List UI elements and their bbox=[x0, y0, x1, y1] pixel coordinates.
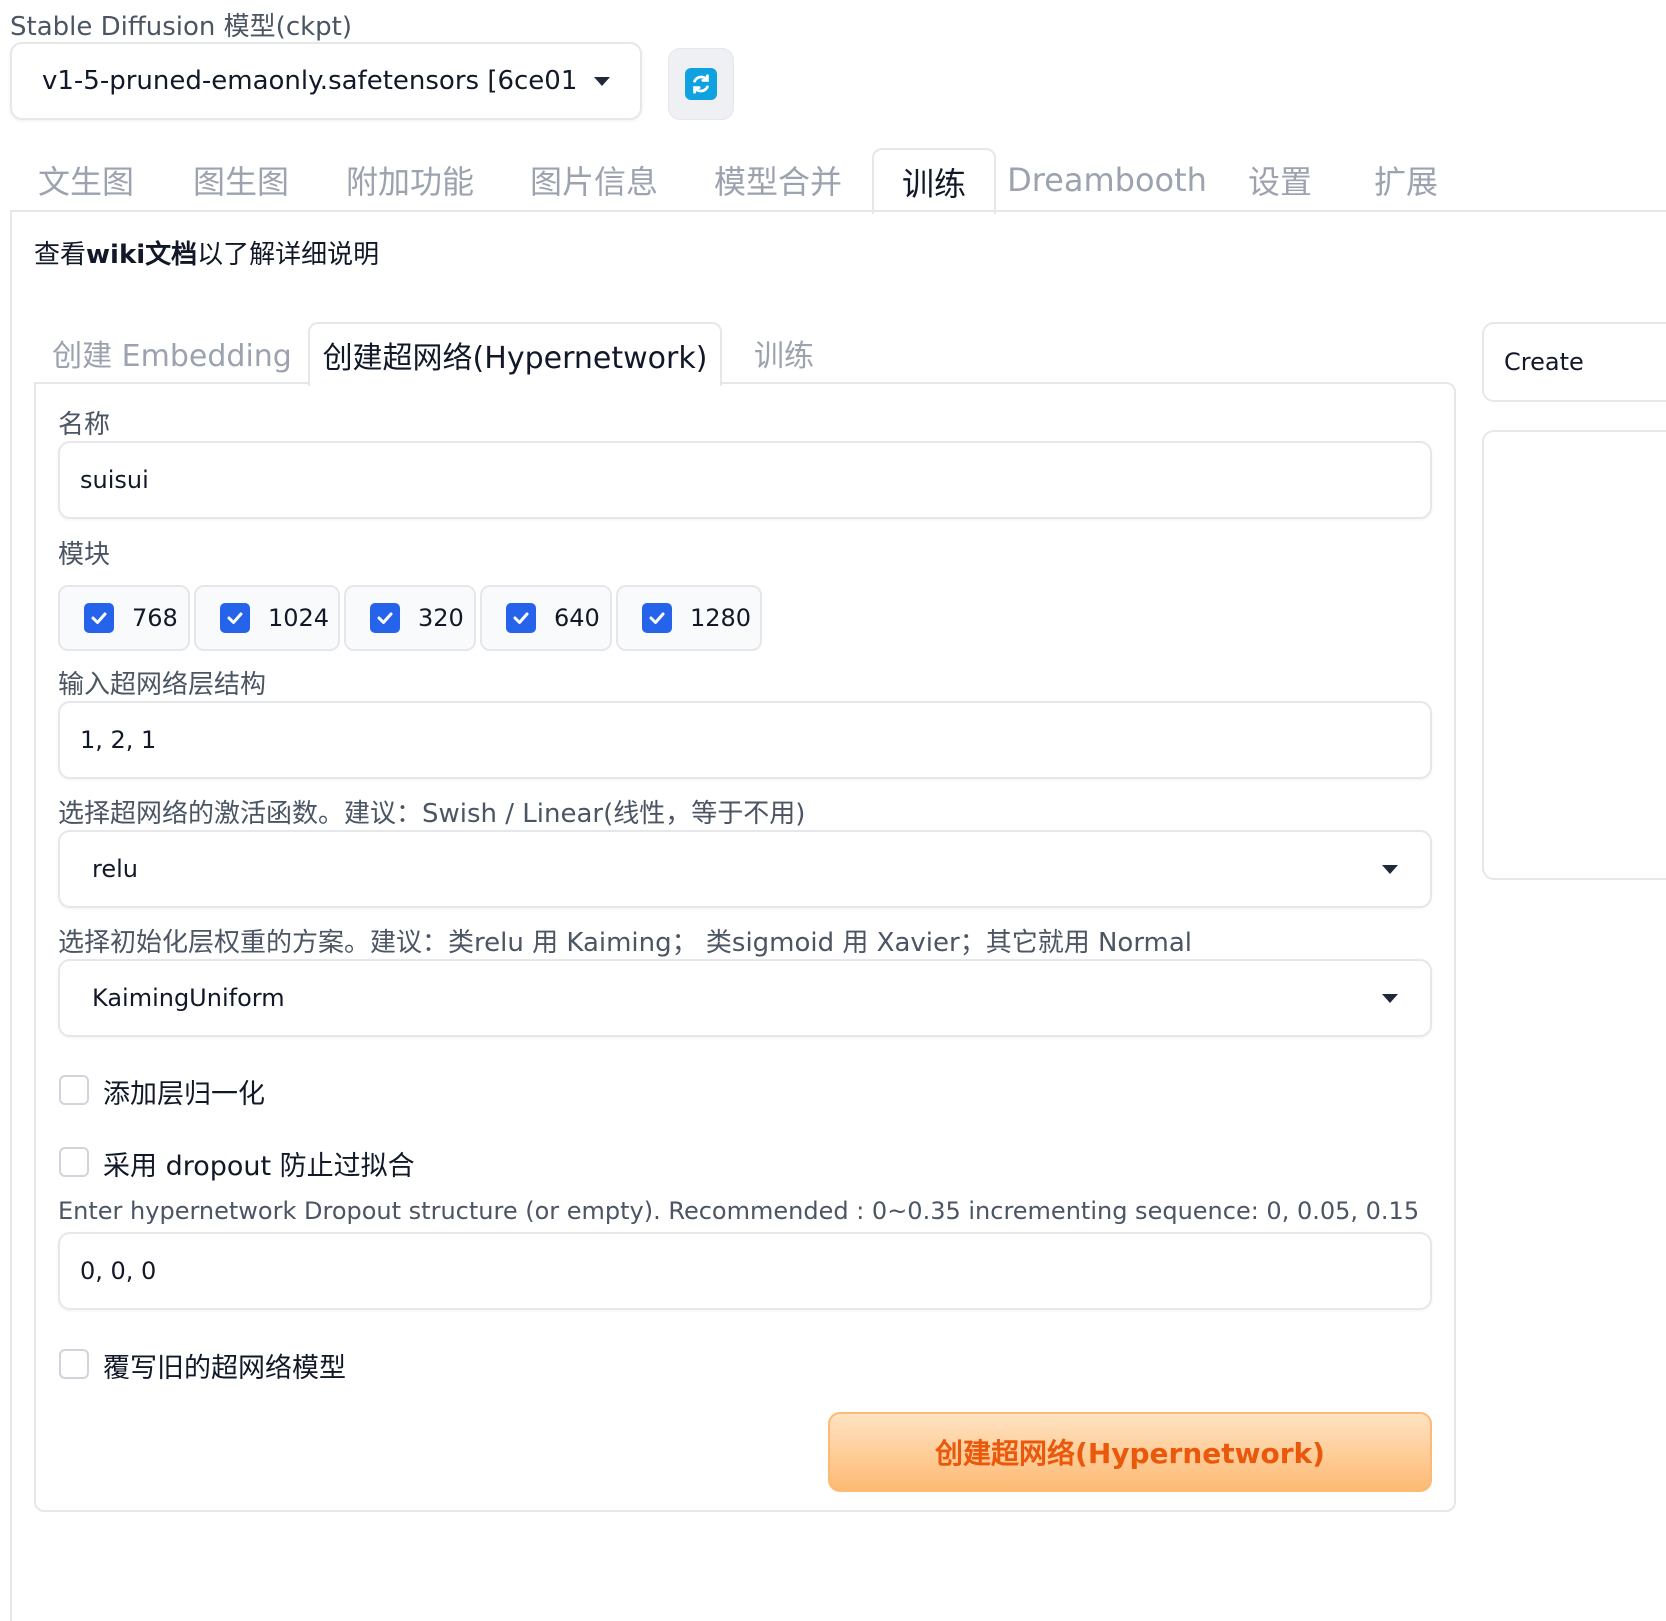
activation-value: relu bbox=[92, 855, 138, 883]
model-select-value: v1-5-pruned-emaonly.safetensors [6ce0161… bbox=[42, 66, 578, 96]
create-hypernetwork-button[interactable]: 创建超网络(Hypernetwork) bbox=[828, 1412, 1432, 1492]
module-label: 1024 bbox=[268, 604, 330, 632]
wiki-note-prefix: 查看 bbox=[34, 240, 87, 270]
dropout-label: 采用 dropout 防止过拟合 bbox=[103, 1151, 415, 1182]
model-label: Stable Diffusion 模型(ckpt) bbox=[10, 12, 353, 42]
refresh-model-button[interactable] bbox=[668, 48, 734, 120]
subtab-create-hypernetwork[interactable]: 创建超网络(Hypernetwork) bbox=[308, 322, 722, 386]
wiki-note-suffix: 以了解详细说明 bbox=[197, 240, 380, 270]
tab-extensions[interactable]: 扩展 bbox=[1346, 148, 1466, 212]
tab-train[interactable]: 训练 bbox=[872, 148, 996, 214]
module-checkbox-768[interactable]: 768 bbox=[58, 585, 190, 651]
chevron-down-icon bbox=[1382, 993, 1398, 1003]
module-checkbox-1024[interactable]: 1024 bbox=[194, 585, 340, 651]
model-select[interactable]: v1-5-pruned-emaonly.safetensors [6ce0161… bbox=[10, 42, 642, 120]
weight-init-value: KaimingUniform bbox=[92, 984, 285, 1012]
right-create-label: Create bbox=[1504, 348, 1584, 376]
chevron-down-icon bbox=[1382, 864, 1398, 874]
tab-extras[interactable]: 附加功能 bbox=[320, 148, 500, 212]
wiki-note: 查看wiki文档以了解详细说明 bbox=[34, 234, 379, 271]
output-panel bbox=[1482, 430, 1666, 880]
checkbox-checked-icon bbox=[220, 603, 250, 633]
modules-label: 模块 bbox=[58, 540, 111, 570]
checkbox-checked-icon bbox=[84, 603, 114, 633]
weight-init-select[interactable]: KaimingUniform bbox=[58, 959, 1432, 1037]
tab-settings[interactable]: 设置 bbox=[1218, 148, 1342, 212]
subtab-train[interactable]: 训练 bbox=[722, 322, 846, 384]
module-checkbox-320[interactable]: 320 bbox=[344, 585, 476, 651]
chevron-down-icon bbox=[594, 76, 610, 86]
overwrite-checkbox[interactable] bbox=[59, 1349, 89, 1379]
layer-norm-checkbox[interactable] bbox=[59, 1075, 89, 1105]
activation-select[interactable]: relu bbox=[58, 830, 1432, 908]
dropout-structure-label: Enter hypernetwork Dropout structure (or… bbox=[58, 1197, 1420, 1225]
module-label: 1280 bbox=[690, 604, 752, 632]
tab-dreambooth[interactable]: Dreambooth bbox=[1000, 148, 1214, 212]
layer-structure-input[interactable]: 1, 2, 1 bbox=[58, 701, 1432, 779]
weight-init-label: 选择初始化层权重的方案。建议：类relu 用 Kaiming； 类sigmoid… bbox=[58, 928, 1193, 958]
checkbox-checked-icon bbox=[642, 603, 672, 633]
main-tabs: 文生图 图生图 附加功能 图片信息 模型合并 训练 Dreambooth 设置 … bbox=[0, 148, 1666, 214]
right-create-panel: Create bbox=[1482, 322, 1666, 402]
module-label: 768 bbox=[132, 604, 178, 632]
name-label: 名称 bbox=[58, 410, 111, 440]
module-checkbox-640[interactable]: 640 bbox=[480, 585, 612, 651]
tab-img2img[interactable]: 图生图 bbox=[166, 148, 316, 212]
layer-norm-label: 添加层归一化 bbox=[103, 1079, 265, 1110]
dropout-checkbox[interactable] bbox=[59, 1147, 89, 1177]
dropout-structure-input[interactable]: 0, 0, 0 bbox=[58, 1232, 1432, 1310]
tab-png-info[interactable]: 图片信息 bbox=[504, 148, 684, 212]
refresh-icon bbox=[685, 68, 717, 100]
subtab-create-embedding[interactable]: 创建 Embedding bbox=[36, 322, 308, 384]
module-label: 320 bbox=[418, 604, 464, 632]
tab-model-merge[interactable]: 模型合并 bbox=[688, 148, 868, 212]
name-input[interactable]: suisui bbox=[58, 441, 1432, 519]
checkbox-checked-icon bbox=[370, 603, 400, 633]
checkbox-checked-icon bbox=[506, 603, 536, 633]
overwrite-label: 覆写旧的超网络模型 bbox=[103, 1353, 346, 1384]
layer-structure-label: 输入超网络层结构 bbox=[58, 670, 267, 700]
module-checkbox-1280[interactable]: 1280 bbox=[616, 585, 762, 651]
wiki-link[interactable]: wiki文档 bbox=[86, 240, 197, 270]
activation-label: 选择超网络的激活函数。建议：Swish / Linear(线性，等于不用) bbox=[58, 799, 806, 829]
tab-txt2img[interactable]: 文生图 bbox=[10, 148, 162, 212]
module-label: 640 bbox=[554, 604, 600, 632]
